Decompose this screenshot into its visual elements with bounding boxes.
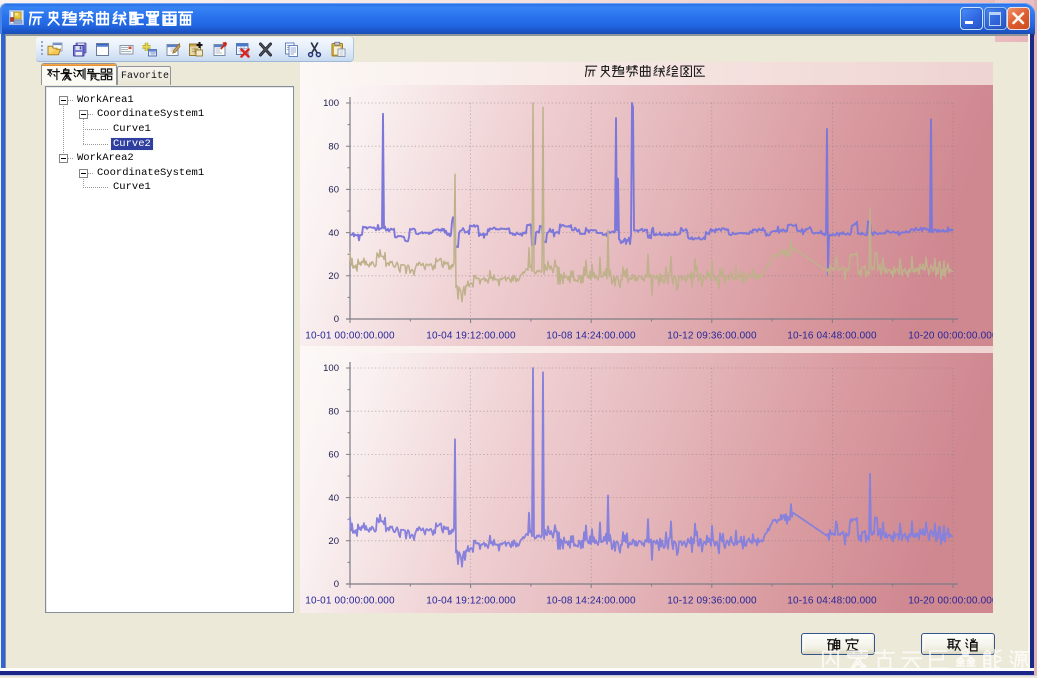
svg-text:0: 0 bbox=[334, 579, 339, 590]
svg-text:20: 20 bbox=[328, 271, 339, 282]
svg-text:10-20 00:00:00.000: 10-20 00:00:00.000 bbox=[908, 331, 993, 342]
svg-text:0: 0 bbox=[334, 314, 339, 325]
svg-text:20: 20 bbox=[328, 536, 339, 547]
svg-text:10-08 14:24:00.000: 10-08 14:24:00.000 bbox=[546, 331, 636, 342]
svg-text:10-16 04:48:00.000: 10-16 04:48:00.000 bbox=[787, 596, 877, 607]
svg-text:40: 40 bbox=[328, 228, 339, 239]
svg-text:100: 100 bbox=[323, 98, 339, 109]
svg-text:10-04 19:12:00.000: 10-04 19:12:00.000 bbox=[426, 331, 516, 342]
svg-text:10-20 00:00:00.000: 10-20 00:00:00.000 bbox=[908, 596, 993, 607]
svg-text:80: 80 bbox=[328, 406, 339, 417]
svg-text:40: 40 bbox=[328, 493, 339, 504]
svg-text:60: 60 bbox=[328, 185, 339, 196]
svg-text:10-08 14:24:00.000: 10-08 14:24:00.000 bbox=[546, 596, 636, 607]
svg-text:10-04 19:12:00.000: 10-04 19:12:00.000 bbox=[426, 596, 516, 607]
svg-text:10-01 00:00:00.000: 10-01 00:00:00.000 bbox=[305, 596, 395, 607]
svg-text:10-12 09:36:00.000: 10-12 09:36:00.000 bbox=[667, 331, 757, 342]
svg-text:10-01 00:00:00.000: 10-01 00:00:00.000 bbox=[305, 331, 395, 342]
svg-text:10-12 09:36:00.000: 10-12 09:36:00.000 bbox=[667, 596, 757, 607]
svg-text:100: 100 bbox=[323, 363, 339, 374]
svg-text:80: 80 bbox=[328, 141, 339, 152]
svg-text:60: 60 bbox=[328, 450, 339, 461]
svg-text:10-16 04:48:00.000: 10-16 04:48:00.000 bbox=[787, 331, 877, 342]
